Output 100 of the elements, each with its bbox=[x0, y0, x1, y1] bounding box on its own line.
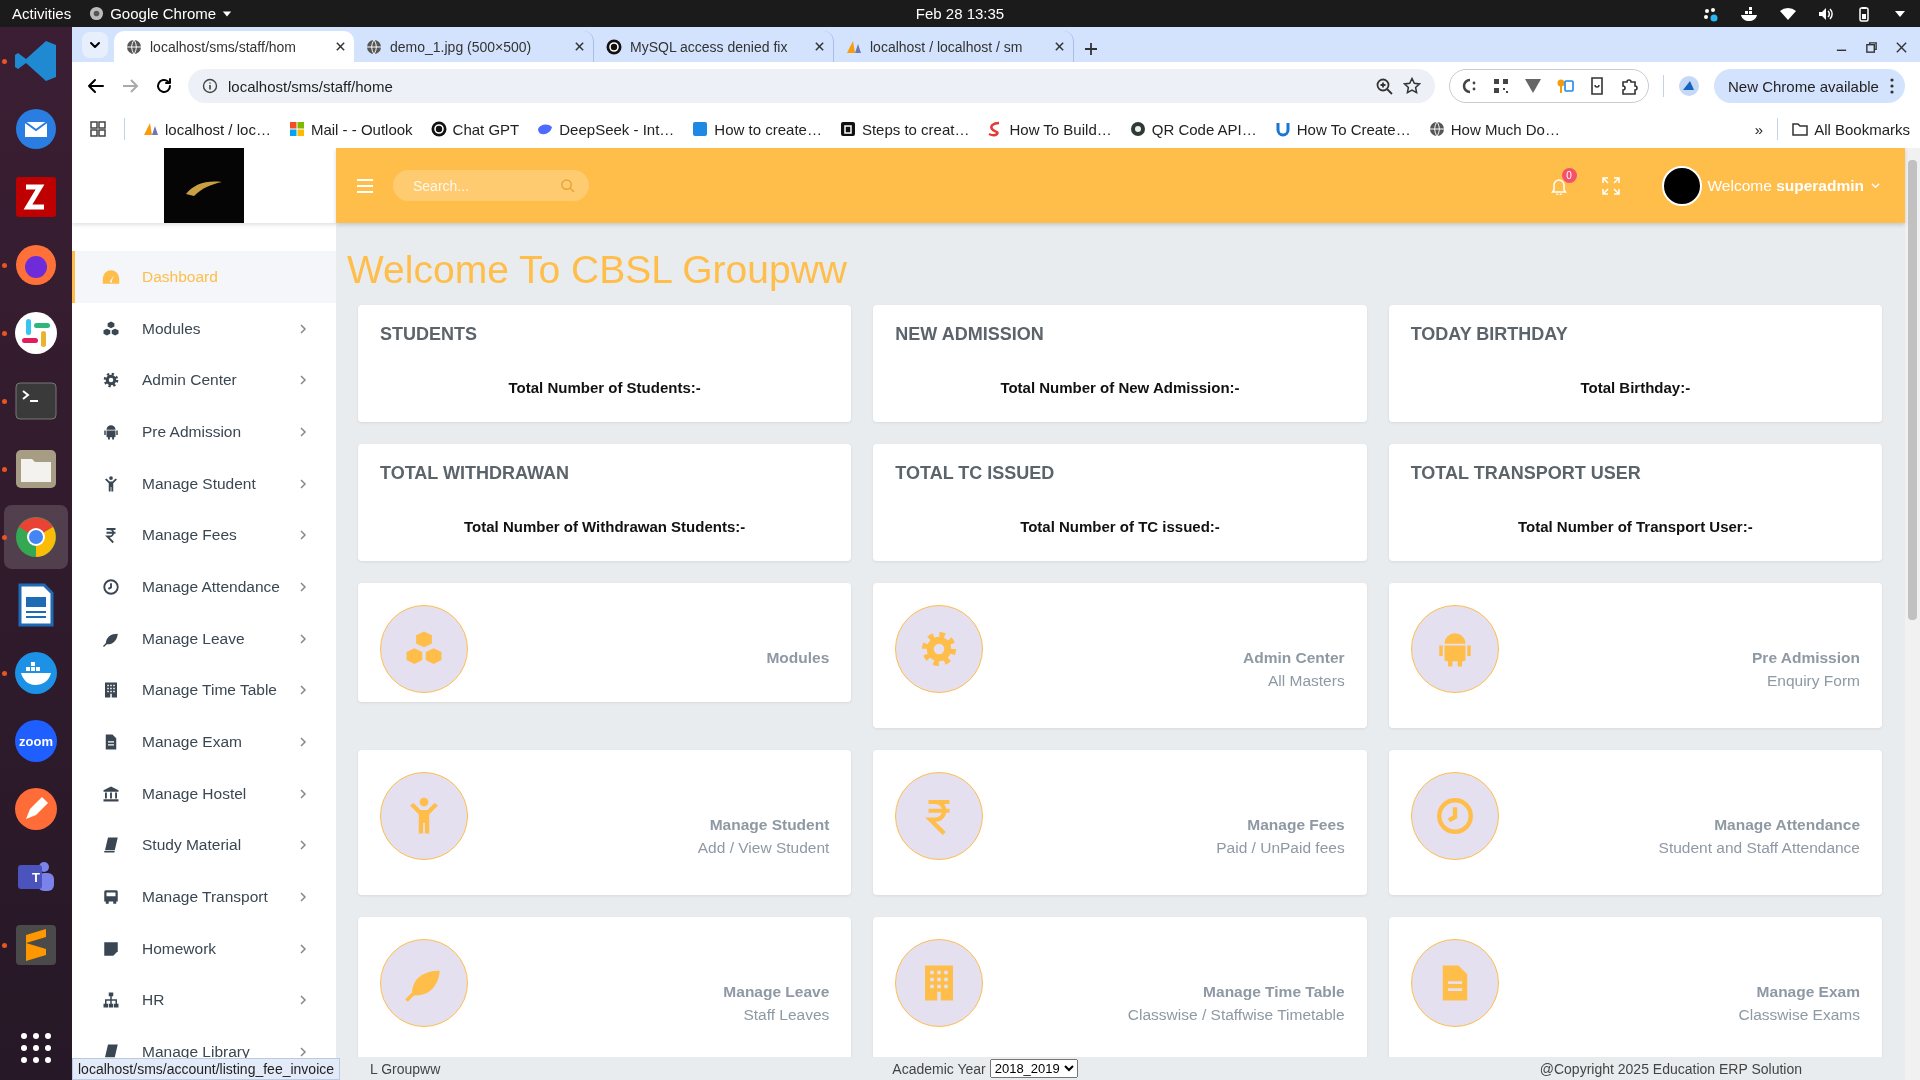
bookmark-link[interactable]: How to create… bbox=[692, 120, 822, 138]
bookmark-link[interactable]: Chat GPT bbox=[430, 120, 520, 138]
module-title: Manage Leave bbox=[722, 982, 830, 1002]
close-icon[interactable] bbox=[814, 41, 825, 52]
chat-app-icon[interactable] bbox=[12, 309, 60, 357]
tray-app-icon[interactable] bbox=[1702, 5, 1718, 22]
sidebar-item[interactable]: Manage Leave bbox=[72, 612, 336, 665]
sidebar-item[interactable]: HR bbox=[72, 974, 336, 1027]
tab-search-button[interactable] bbox=[82, 32, 108, 58]
activities-button[interactable]: Activities bbox=[12, 5, 72, 22]
bell-icon[interactable] bbox=[1549, 176, 1568, 195]
all-bookmarks-button[interactable]: All Bookmarks bbox=[1792, 120, 1910, 138]
new-tab-icon[interactable] bbox=[1084, 42, 1098, 56]
wifi-icon[interactable] bbox=[1780, 5, 1796, 22]
puzzle-icon[interactable] bbox=[1620, 77, 1638, 95]
globe-icon bbox=[1428, 121, 1445, 137]
key-icon[interactable] bbox=[1556, 77, 1574, 95]
book-icon bbox=[102, 836, 120, 855]
module-title: Manage Attendance bbox=[1713, 815, 1860, 835]
restore-icon[interactable] bbox=[1865, 41, 1878, 54]
sidebar-item[interactable]: Manage Hostel bbox=[72, 767, 336, 820]
bookmark-link[interactable]: DeepSeek - Int… bbox=[537, 120, 675, 138]
app-label: zoom bbox=[19, 733, 53, 749]
zoom-icon[interactable] bbox=[1375, 77, 1393, 95]
video-call-icon[interactable] bbox=[12, 717, 60, 765]
module-title: Pre Admission bbox=[1751, 648, 1860, 668]
sail-logo-icon bbox=[143, 121, 159, 137]
close-icon[interactable] bbox=[1895, 41, 1908, 54]
info-icon[interactable] bbox=[202, 78, 218, 94]
globe-icon bbox=[126, 38, 142, 55]
dock-item[interactable]: zoom bbox=[4, 709, 68, 773]
module-title: Modules bbox=[765, 648, 830, 668]
bookmark-link[interactable]: Steps to creat… bbox=[839, 120, 970, 138]
sidebar-item[interactable]: Modules bbox=[72, 302, 336, 355]
apps-grid-icon[interactable] bbox=[90, 121, 106, 137]
more-bookmarks-button[interactable]: » bbox=[1754, 120, 1764, 138]
card-title: TOTAL TRANSPORT USER bbox=[1410, 462, 1642, 484]
dock-item[interactable]: T bbox=[4, 845, 68, 909]
bookmark-link[interactable]: How Much Do… bbox=[1428, 120, 1560, 138]
card-title: TODAY BIRTHDAY bbox=[1410, 323, 1569, 345]
card-text: Total Number of Students:- bbox=[507, 378, 702, 398]
card-title: TOTAL TC ISSUED bbox=[895, 462, 1056, 484]
page-icon[interactable] bbox=[1588, 77, 1606, 95]
clock[interactable]: Feb 28 13:35 bbox=[915, 5, 1005, 22]
bookmark-link[interactable]: QR Code API… bbox=[1129, 120, 1257, 138]
sidebar-item[interactable]: Pre Admission bbox=[72, 406, 336, 458]
gear-icon bbox=[102, 371, 120, 390]
battery-icon[interactable] bbox=[1856, 5, 1872, 22]
square-logo-icon bbox=[839, 121, 856, 137]
pen-icon[interactable] bbox=[12, 785, 60, 833]
magnet-icon bbox=[1274, 121, 1291, 137]
sidebar-item[interactable]: Manage Time Table bbox=[72, 664, 336, 717]
sidebar-item[interactable]: Admin Center bbox=[72, 354, 336, 407]
sidebar-item[interactable]: Manage Student bbox=[72, 457, 336, 510]
reload-icon[interactable] bbox=[154, 76, 174, 96]
bookmark-link[interactable]: How To Create… bbox=[1274, 120, 1411, 138]
caret-icon bbox=[1870, 180, 1881, 191]
triangle-icon[interactable] bbox=[1524, 77, 1542, 95]
card-text: Total Number of Withdrawan Students:- bbox=[463, 517, 747, 537]
dock-item[interactable] bbox=[4, 505, 68, 569]
footer-text: L Groupww bbox=[370, 1060, 441, 1077]
knot-logo-icon bbox=[430, 121, 447, 137]
sidebar-item[interactable]: Study Material bbox=[72, 819, 336, 872]
close-icon[interactable] bbox=[1054, 41, 1065, 52]
card-title: NEW ADMISSION bbox=[895, 323, 1045, 345]
sidebar-item[interactable]: Homework bbox=[72, 922, 336, 975]
clock-icon bbox=[102, 577, 120, 596]
qr-code-icon[interactable] bbox=[1492, 77, 1510, 95]
scrollbar-thumb[interactable] bbox=[1908, 160, 1917, 620]
update-button[interactable]: New Chrome available bbox=[1714, 69, 1905, 103]
copyright-text: @Copyright 2025 Education ERP Solution bbox=[1539, 1060, 1802, 1077]
sitemap-icon bbox=[102, 991, 120, 1010]
card-title: STUDENTS bbox=[380, 323, 478, 345]
square-logo-icon bbox=[692, 121, 709, 137]
card-text: Total Number of Transport User:- bbox=[1516, 517, 1754, 537]
profile-icon[interactable] bbox=[1678, 75, 1700, 97]
year-select[interactable]: 2018_2019 bbox=[989, 1059, 1078, 1078]
volume-icon[interactable] bbox=[1818, 5, 1834, 22]
sidebar-item[interactable]: Manage Exam bbox=[72, 716, 336, 768]
avatar bbox=[1661, 165, 1702, 206]
app-label: T bbox=[32, 869, 40, 885]
close-icon[interactable] bbox=[574, 41, 585, 52]
gauge-icon bbox=[102, 267, 120, 286]
sidebar-item[interactable]: Manage Fees bbox=[72, 509, 336, 562]
bookmark-link[interactable]: localhost / loc… bbox=[143, 120, 271, 138]
module-title: Manage Time Table bbox=[1202, 982, 1345, 1002]
browser-tab[interactable]: localhost/sms/staff/hom bbox=[114, 31, 354, 62]
kebab-menu-icon bbox=[1888, 77, 1895, 95]
back-icon[interactable] bbox=[86, 76, 106, 96]
page-title: Welcome To CBSL Groupww bbox=[347, 247, 848, 293]
chevron-icon bbox=[89, 39, 101, 51]
address-bar[interactable]: localhost/sms/staff/home bbox=[188, 69, 1435, 103]
globe-icon bbox=[366, 38, 382, 55]
bookmark-link[interactable]: How To Build… bbox=[987, 120, 1112, 138]
bookmark-link[interactable]: Mail - - Outlook bbox=[288, 120, 413, 138]
sidebar-item[interactable]: Manage Attendance bbox=[72, 561, 336, 613]
star-icon[interactable] bbox=[1403, 77, 1421, 95]
app-menu[interactable]: Google Chrome bbox=[89, 5, 233, 22]
sidebar-item[interactable]: Manage Transport bbox=[72, 871, 336, 923]
close-icon[interactable] bbox=[335, 41, 346, 52]
